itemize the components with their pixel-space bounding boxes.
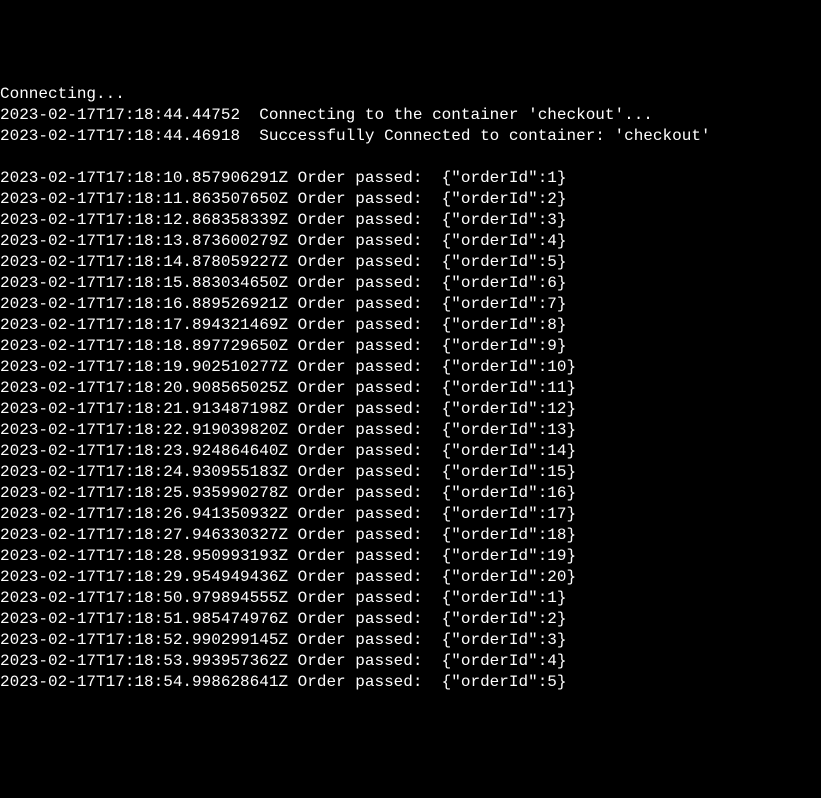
log-line-6: 2023-02-17T17:18:16.889526921Z Order pas… [0, 294, 821, 315]
log-line-1: 2023-02-17T17:18:11.863507650Z Order pas… [0, 189, 821, 210]
log-line-15: 2023-02-17T17:18:25.935990278Z Order pas… [0, 483, 821, 504]
log-line-23: 2023-02-17T17:18:53.993957362Z Order pas… [0, 651, 821, 672]
log-line-2: 2023-02-17T17:18:12.868358339Z Order pas… [0, 210, 821, 231]
log-line-0: 2023-02-17T17:18:10.857906291Z Order pas… [0, 168, 821, 189]
log-line-7: 2023-02-17T17:18:17.894321469Z Order pas… [0, 315, 821, 336]
log-line-20: 2023-02-17T17:18:50.979894555Z Order pas… [0, 588, 821, 609]
log-line-19: 2023-02-17T17:18:29.954949436Z Order pas… [0, 567, 821, 588]
log-line-14: 2023-02-17T17:18:24.930955183Z Order pas… [0, 462, 821, 483]
log-line-4: 2023-02-17T17:18:14.878059227Z Order pas… [0, 252, 821, 273]
connecting-status: Connecting... [0, 84, 821, 105]
log-line-17: 2023-02-17T17:18:27.946330327Z Order pas… [0, 525, 821, 546]
header-line-0: 2023-02-17T17:18:44.44752 Connecting to … [0, 105, 821, 126]
header-line-1: 2023-02-17T17:18:44.46918 Successfully C… [0, 126, 821, 147]
terminal-output: Connecting...2023-02-17T17:18:44.44752 C… [0, 84, 821, 693]
blank-separator [0, 147, 821, 168]
log-line-9: 2023-02-17T17:18:19.902510277Z Order pas… [0, 357, 821, 378]
log-line-11: 2023-02-17T17:18:21.913487198Z Order pas… [0, 399, 821, 420]
log-line-22: 2023-02-17T17:18:52.990299145Z Order pas… [0, 630, 821, 651]
log-line-12: 2023-02-17T17:18:22.919039820Z Order pas… [0, 420, 821, 441]
log-line-10: 2023-02-17T17:18:20.908565025Z Order pas… [0, 378, 821, 399]
log-line-16: 2023-02-17T17:18:26.941350932Z Order pas… [0, 504, 821, 525]
log-line-24: 2023-02-17T17:18:54.998628641Z Order pas… [0, 672, 821, 693]
log-line-21: 2023-02-17T17:18:51.985474976Z Order pas… [0, 609, 821, 630]
log-line-8: 2023-02-17T17:18:18.897729650Z Order pas… [0, 336, 821, 357]
log-line-3: 2023-02-17T17:18:13.873600279Z Order pas… [0, 231, 821, 252]
log-line-5: 2023-02-17T17:18:15.883034650Z Order pas… [0, 273, 821, 294]
log-line-13: 2023-02-17T17:18:23.924864640Z Order pas… [0, 441, 821, 462]
log-line-18: 2023-02-17T17:18:28.950993193Z Order pas… [0, 546, 821, 567]
